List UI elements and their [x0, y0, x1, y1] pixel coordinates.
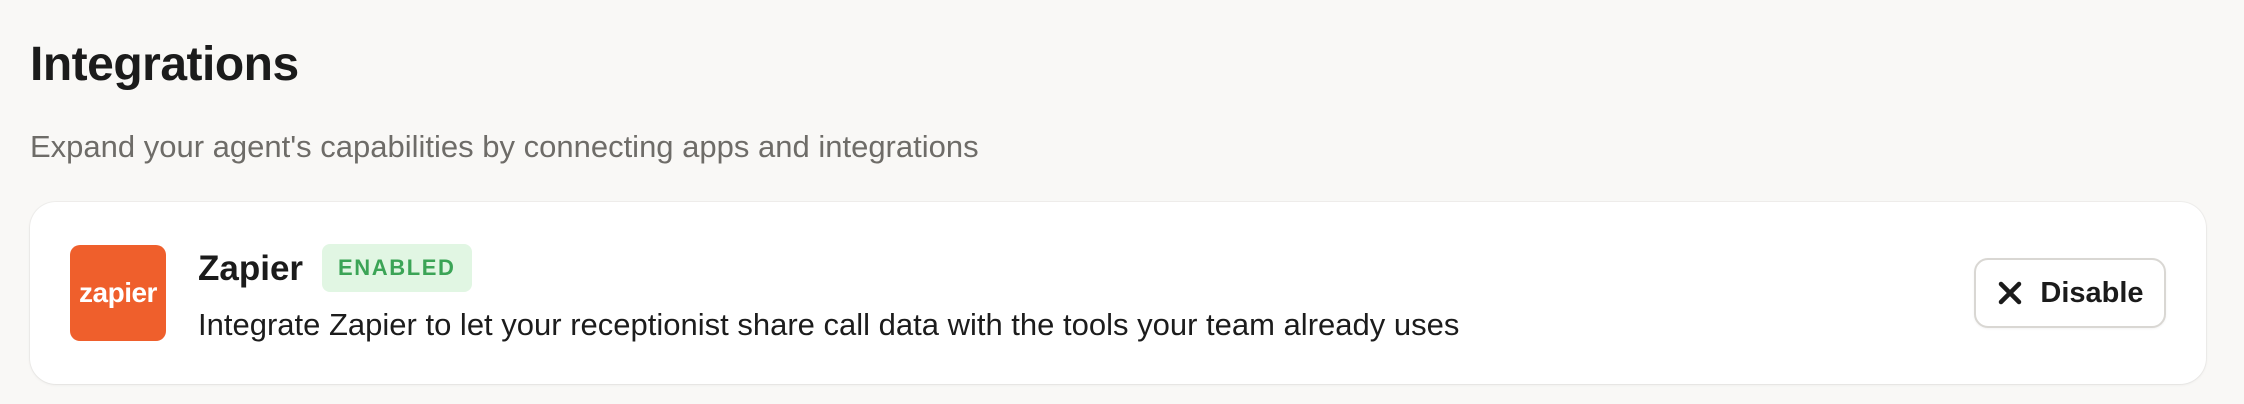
integration-description: Integrate Zapier to let your receptionis…: [198, 307, 1460, 342]
integration-card-zapier: zapier Zapier ENABLED Integrate Zapier t…: [30, 202, 2206, 384]
disable-button[interactable]: Disable: [1974, 258, 2166, 328]
zapier-logo-text: zapier: [79, 277, 157, 308]
page-subtitle: Expand your agent's capabilities by conn…: [30, 129, 979, 164]
integration-name: Zapier: [198, 249, 304, 288]
disable-button-label: Disable: [2040, 276, 2144, 309]
page-title: Integrations: [30, 38, 299, 91]
close-icon: [1996, 279, 2024, 307]
status-badge: ENABLED: [322, 244, 472, 292]
zapier-logo: zapier: [70, 245, 166, 341]
